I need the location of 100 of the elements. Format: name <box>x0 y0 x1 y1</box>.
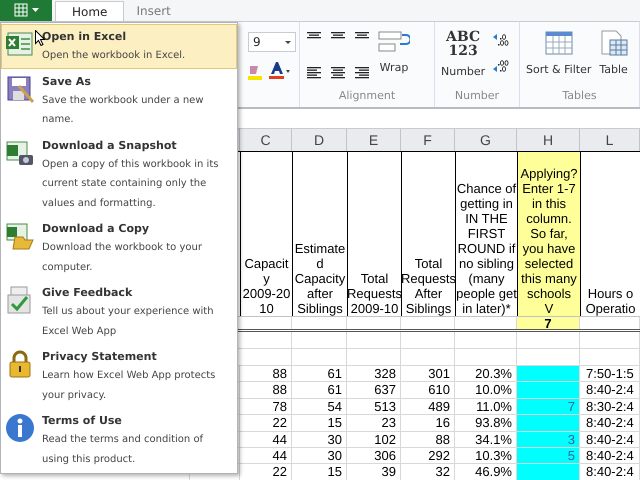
menu-item-title: Download a Snapshot <box>42 138 178 154</box>
input-cell[interactable] <box>517 382 580 398</box>
table-icon <box>544 30 573 56</box>
table-cell: 22 <box>240 464 292 480</box>
font-color-icon[interactable] <box>268 62 290 80</box>
table-cell: 489 <box>401 398 455 414</box>
header-cell: Applying? Enter 1-7 in this column. So far, you have selected this many schools V <box>517 152 580 316</box>
spreadsheet-icon <box>14 3 28 17</box>
menu-item[interactable]: Download a Snapshot Open a copy of this workbook in its current state containing only the values and formatting. <box>1 132 237 216</box>
menu-item[interactable]: Save As Save the workbook under a new name. <box>1 68 237 132</box>
table-cell: 39 <box>347 464 401 480</box>
increase-decimal-icon[interactable] <box>493 60 510 72</box>
table-cell: 88 <box>240 382 292 398</box>
floppy-disk-icon <box>5 74 35 104</box>
menu-item[interactable]: Privacy Statement Learn how Excel Web App protects your privacy. <box>1 344 237 408</box>
column-header[interactable]: L <box>580 129 640 151</box>
input-cell[interactable]: 5 <box>517 448 580 464</box>
number-format-icon: ABC 123 <box>443 30 484 58</box>
menu-item-title: Open in Excel <box>42 29 128 45</box>
input-cell[interactable]: 7 <box>517 398 580 414</box>
caret-icon <box>32 8 38 12</box>
table-cell: 7:50-1:5 <box>580 366 640 382</box>
table-cell: 301 <box>401 366 455 382</box>
align-icon[interactable] <box>330 66 346 79</box>
table-cell: 102 <box>347 432 401 447</box>
group-label: Number <box>454 88 500 104</box>
table-cell: 8:30-2:4 <box>580 398 640 414</box>
column-header[interactable]: H <box>517 129 580 151</box>
ribbon-button[interactable]: Wrap <box>378 30 410 88</box>
ribbon-button[interactable]: ABC 123 Number <box>441 30 486 88</box>
table-cell: 78 <box>240 398 292 414</box>
ribbon-tab[interactable]: Insert <box>124 1 183 21</box>
column-header[interactable]: F <box>401 129 455 151</box>
header-cell: Estimate d Capacity after Siblings <box>292 152 347 316</box>
menu-item-description: Open a copy of this workbook in its current state containing only the values and formatting. <box>42 158 220 210</box>
menu-item[interactable]: Open in Excel Open the workbook in Excel. <box>1 24 237 68</box>
table-cell: 637 <box>347 382 401 398</box>
table-cell: 16 <box>401 415 455 431</box>
table-cell: 8:40-2:4 <box>580 382 640 398</box>
info-icon <box>5 413 35 443</box>
column-header[interactable]: G <box>455 129 517 151</box>
menu-item-description: Download the workbook to your computer. <box>42 241 203 274</box>
table-cell: 306 <box>347 448 401 464</box>
column-header[interactable]: E <box>347 129 401 151</box>
menu-item-title: Privacy Statement <box>42 349 158 365</box>
ribbon-button[interactable]: Sort & Filter <box>526 30 592 88</box>
input-cell[interactable]: 3 <box>517 432 580 447</box>
font-size-dropdown[interactable]: 9 <box>248 32 296 52</box>
group-label: Alignment <box>338 88 396 104</box>
menu-item[interactable]: Give Feedback Tell us about your experience with Excel Web App <box>1 280 237 344</box>
table-cell: 30 <box>292 448 347 464</box>
decrease-decimal-icon[interactable] <box>493 34 510 46</box>
table-cell: 88 <box>401 432 455 447</box>
table-cell: 44 <box>240 448 292 464</box>
align-icon[interactable] <box>306 66 322 79</box>
table-cell: 44 <box>240 432 292 447</box>
menu-item-description: Tell us about your experience with Excel Web App <box>42 305 215 338</box>
menu-item-title: Save As <box>42 74 92 90</box>
menu-item-description: Save the workbook under a new name. <box>42 94 205 127</box>
menu-item[interactable]: Download a Copy Download the workbook to your computer. <box>1 216 237 280</box>
table-cell: 22 <box>240 415 292 431</box>
table-cell: 8:40-2:4 <box>580 432 640 447</box>
menu-item-title: Download a Copy <box>42 221 150 237</box>
table-cell: 328 <box>347 366 401 382</box>
menu-item[interactable]: Terms of Use Read the terms and condition of using this product. <box>1 408 237 472</box>
table-cell: 23 <box>347 415 401 431</box>
input-cell[interactable] <box>517 415 580 431</box>
table-cell: 61 <box>292 382 347 398</box>
caret-icon <box>285 40 291 44</box>
menu-item-description: Learn how Excel Web App protects your privacy. <box>42 369 216 402</box>
input-cell[interactable] <box>517 464 580 480</box>
menu-item-title: Terms of Use <box>42 413 123 429</box>
wrap-text-icon <box>378 30 410 54</box>
table-cell: 88 <box>240 366 292 382</box>
header-cell: Capacit y 2009-20 10 <box>240 152 292 316</box>
table-cell: 61 <box>292 366 347 382</box>
table-cell: 54 <box>292 398 347 414</box>
fill-color-icon[interactable] <box>248 64 262 80</box>
spreadsheet-folder-icon <box>5 221 35 251</box>
column-header[interactable]: C <box>240 129 292 151</box>
column-header[interactable]: D <box>292 129 347 151</box>
table-cell: 8:40-2:4 <box>580 415 640 431</box>
input-cell[interactable] <box>517 366 580 382</box>
table-cell: 15 <box>292 415 347 431</box>
table-cell: 292 <box>401 448 455 464</box>
table-cell: 30 <box>292 432 347 447</box>
menu-item-description: Read the terms and condition of using this product. <box>42 433 204 466</box>
table-document-icon <box>600 30 628 56</box>
menu-item-description: Open the workbook in Excel. <box>42 49 186 63</box>
ribbon-tab[interactable]: Home <box>55 1 124 21</box>
ribbon-button[interactable]: Table <box>599 30 628 88</box>
align-icon[interactable] <box>354 66 370 79</box>
total-cell: 7 <box>517 317 580 329</box>
group-label: Tables <box>561 88 598 104</box>
table-cell: 15 <box>292 464 347 480</box>
table-cell: 610 <box>401 382 455 398</box>
table-cell: 513 <box>347 398 401 414</box>
file-menu-button[interactable] <box>0 0 52 21</box>
table-cell: 8:40-2:4 <box>580 464 640 480</box>
table-cell: 32 <box>401 464 455 480</box>
